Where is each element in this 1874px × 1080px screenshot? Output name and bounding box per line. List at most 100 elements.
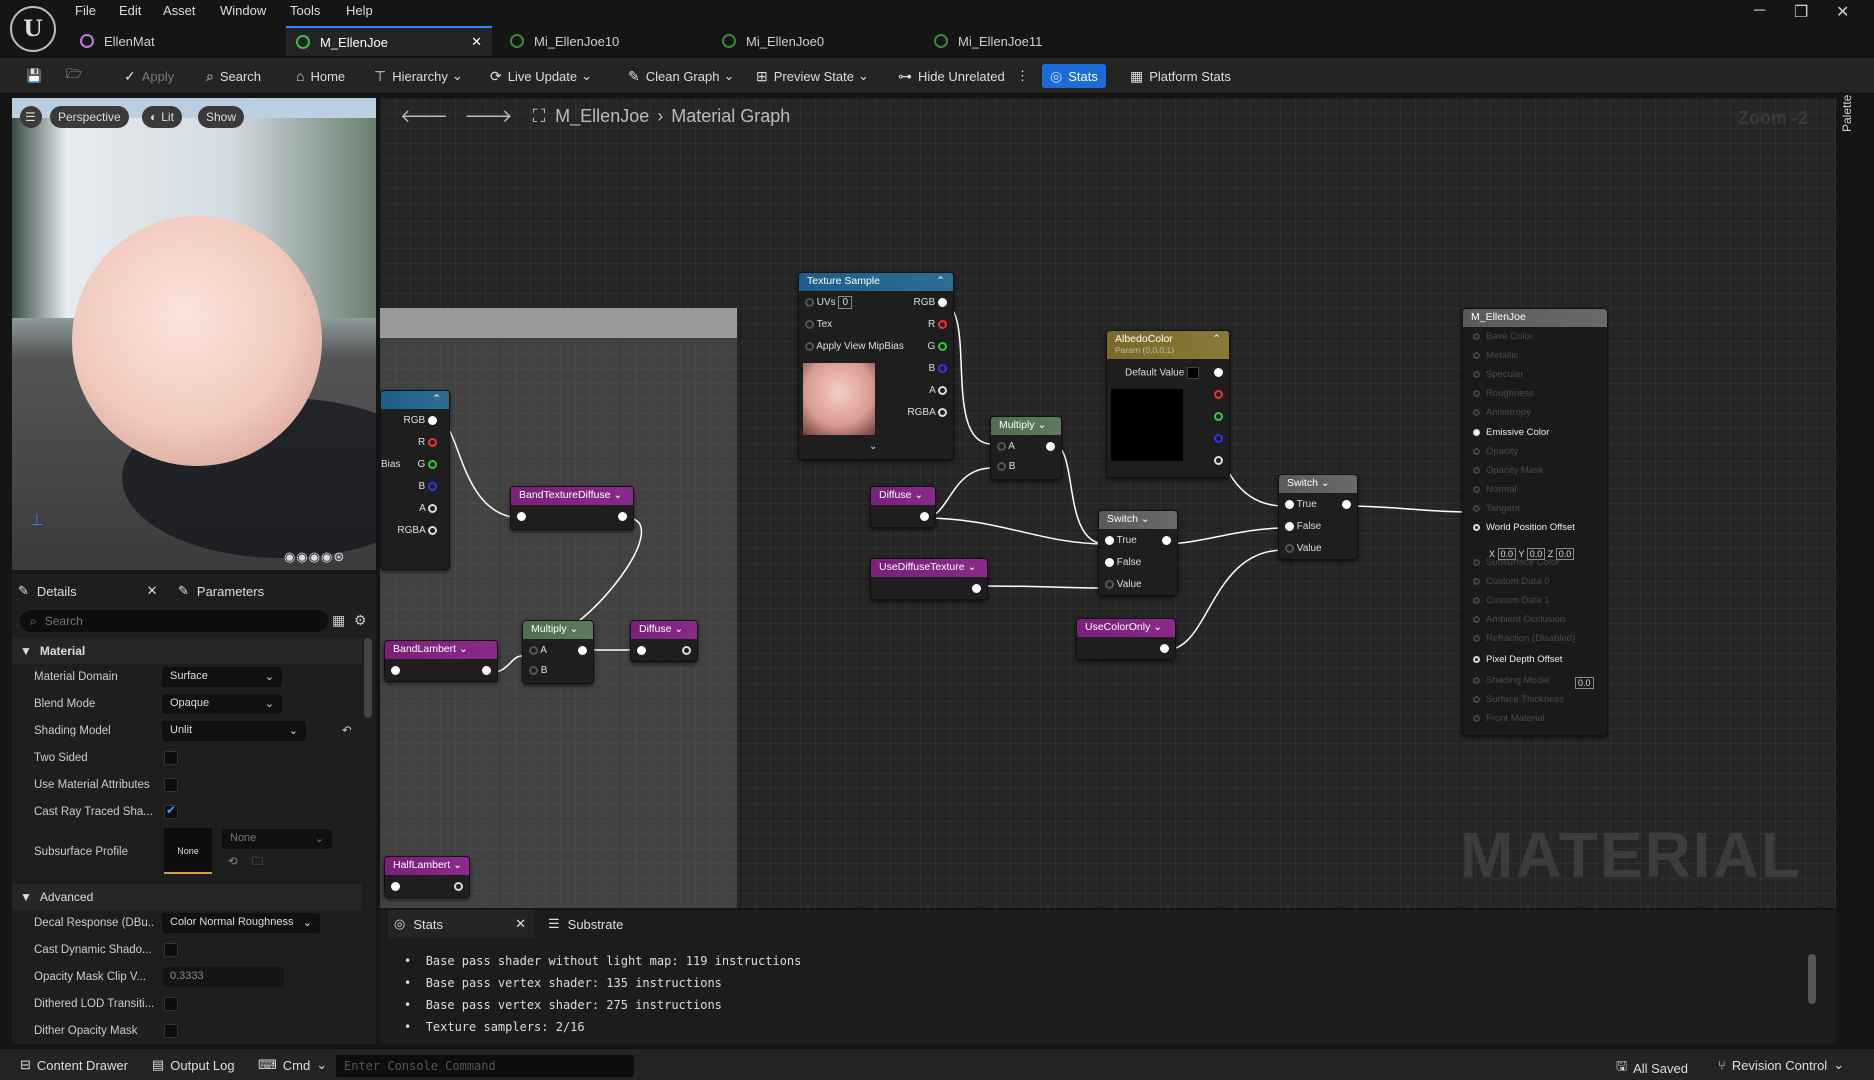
subsurface-thumbnail[interactable]: None <box>164 828 212 874</box>
clean-graph-button[interactable]: ✎ Clean Graph ⌄ <box>628 64 734 88</box>
color-swatch[interactable] <box>1187 367 1200 379</box>
result-pin[interactable]: Base Color <box>1473 331 1533 342</box>
platform-stats-button[interactable]: ▦ Platform Stats <box>1130 64 1231 88</box>
use-material-attributes-checkbox[interactable] <box>164 778 178 792</box>
tab-mi-ellenjoe10[interactable]: Mi_EllenJoe10 <box>500 26 706 56</box>
use-selected-icon[interactable]: ⟲ <box>228 854 238 868</box>
result-pin[interactable]: Ambient Occlusion <box>1473 614 1565 625</box>
show-button[interactable]: Show <box>198 106 245 128</box>
pin-value[interactable]: Value <box>1285 543 1322 554</box>
result-pin[interactable]: Opacity Mask <box>1473 465 1544 476</box>
switch-node-right[interactable]: Switch ⌄ True False Value <box>1278 474 1358 560</box>
console-command-input[interactable]: Enter Console Command <box>336 1055 634 1077</box>
result-pin[interactable]: Shading Model <box>1473 675 1549 686</box>
home-button[interactable]: ⌂ Home <box>296 64 345 88</box>
result-pin[interactable]: Pixel Depth Offset <box>1473 654 1562 665</box>
pin-in[interactable] <box>391 881 400 892</box>
material-result-node[interactable]: M_EllenJoe Base Color Metallic Specular Rou… <box>1462 308 1608 736</box>
pin-out[interactable] <box>482 665 491 676</box>
pin-a[interactable] <box>1214 455 1223 466</box>
diffuse-node-left[interactable]: Diffuse ⌄ <box>630 620 698 662</box>
perspective-button[interactable]: Perspective <box>50 106 129 128</box>
pin-out[interactable] <box>454 881 463 892</box>
collapse-icon[interactable]: ⌃ <box>381 391 449 409</box>
restore-icon[interactable]: ❐ <box>1794 2 1808 22</box>
texture-sample-node-partial[interactable]: ⌃ RGB R Bias G B A RGBA <box>380 390 450 570</box>
albedo-color-node[interactable]: AlbedoColor ⌃ Param (0,0,0,1) Default Valu… <box>1106 330 1230 478</box>
pin-b[interactable]: B <box>929 363 947 374</box>
preview-viewport[interactable]: ☰ Perspective ◐ Lit Show ⊥ ◉◉◉◉⊛ <box>12 98 376 570</box>
result-pin[interactable]: Metallic <box>1473 350 1518 361</box>
pin-g[interactable] <box>1214 411 1223 422</box>
band-lambert-node[interactable]: BandLambert ⌄ <box>384 640 498 682</box>
pin-r[interactable]: R <box>418 437 437 448</box>
pin-rgb[interactable]: RGB <box>914 297 947 308</box>
close-icon[interactable]: ✕ <box>515 916 526 932</box>
pin-a[interactable]: A <box>529 645 547 656</box>
pin-false[interactable]: False <box>1285 521 1321 532</box>
result-pin[interactable]: World Position Offset <box>1473 522 1575 533</box>
pin-value[interactable]: Value <box>1105 579 1142 590</box>
pin-r[interactable]: R <box>928 319 947 330</box>
close-window-icon[interactable]: ✕ <box>1836 2 1849 22</box>
all-saved-button[interactable]: 🖫 All Saved <box>1616 1057 1688 1079</box>
tab-mi-ellenjoe0[interactable]: Mi_EllenJoe0 <box>712 26 918 56</box>
menu-window[interactable]: Window <box>220 3 266 18</box>
search-button[interactable]: ⌕ Search <box>206 64 261 88</box>
blend-mode-dropdown[interactable]: Opaque ⌄ <box>162 694 282 714</box>
pin-uvs[interactable]: UVs 0 <box>805 296 853 309</box>
pin-in[interactable] <box>637 645 646 656</box>
cmd-button[interactable]: ⌨ Cmd ⌄ <box>258 1057 327 1073</box>
result-pin[interactable]: Tangent <box>1473 503 1520 514</box>
half-lambert-node[interactable]: HalfLambert ⌄ <box>384 856 470 898</box>
result-pin[interactable]: Surface Thickness <box>1473 694 1564 705</box>
collapse-icon[interactable]: ⌃ <box>936 275 945 287</box>
table-view-icon[interactable]: ▦ <box>332 612 345 629</box>
expand-icon[interactable]: ⌄ <box>869 441 877 452</box>
pin-in[interactable] <box>517 511 526 522</box>
switch-node-middle[interactable]: Switch ⌄ True False Value <box>1098 510 1178 596</box>
pin-b[interactable]: B <box>997 461 1015 472</box>
pin-b[interactable]: B <box>529 665 547 676</box>
preview-shape-icons[interactable]: ◉◉◉◉⊛ <box>284 549 345 565</box>
pin-out[interactable] <box>1046 441 1055 452</box>
shading-model-dropdown[interactable]: Unlit ⌄ <box>162 721 306 741</box>
details-scrollbar[interactable] <box>364 638 372 718</box>
settings-gear-icon[interactable]: ⚙ <box>354 612 367 629</box>
close-icon[interactable]: ✕ <box>147 583 158 599</box>
more-options-icon[interactable]: ⋮ <box>1016 64 1029 88</box>
result-pin[interactable]: Front Material <box>1473 713 1545 724</box>
wpo-inputs[interactable]: X 0.0 Y 0.0 Z 0.0 <box>1489 548 1575 560</box>
result-pin[interactable]: Opacity <box>1473 446 1518 457</box>
pin-out[interactable] <box>1214 367 1223 378</box>
pin-true[interactable]: True <box>1285 499 1317 510</box>
result-pin[interactable]: Anisotropy <box>1473 407 1531 418</box>
pin-a[interactable]: A <box>419 503 437 514</box>
pin-out[interactable] <box>618 511 627 522</box>
pin-a[interactable]: A <box>929 385 947 396</box>
pin-b[interactable] <box>1214 433 1223 444</box>
pin-out[interactable] <box>1162 535 1171 546</box>
minimize-icon[interactable]: ─ <box>1754 2 1765 20</box>
menu-file[interactable]: File <box>75 3 96 18</box>
pin-true[interactable]: True <box>1105 535 1137 546</box>
pin-mip[interactable]: Apply View MipBias <box>805 341 904 352</box>
cast-ray-traced-shadows-checkbox[interactable] <box>164 803 178 819</box>
opacity-mask-clip-input[interactable]: 0.3333 <box>162 967 284 987</box>
pin-rgb[interactable]: RGB <box>404 415 437 426</box>
pin-out[interactable] <box>920 511 929 522</box>
result-pin[interactable]: Roughness <box>1473 388 1534 399</box>
collapse-icon[interactable]: ⌃ <box>1212 333 1221 345</box>
result-pin[interactable]: Custom Data 1 <box>1473 595 1549 606</box>
pin-out[interactable] <box>578 645 587 656</box>
menu-tools[interactable]: Tools <box>290 3 320 18</box>
output-log-button[interactable]: ▤ Output Log <box>152 1057 235 1073</box>
pin-out[interactable] <box>972 583 981 594</box>
stats-tab[interactable]: ◎ Stats ✕ <box>388 910 534 938</box>
content-drawer-button[interactable]: ⊟ Content Drawer <box>20 1057 128 1073</box>
section-material[interactable]: ▼ Material <box>12 638 362 664</box>
texture-sample-node[interactable]: Texture Sample ⌃ UVs 0 Tex Apply View Mip… <box>798 272 954 460</box>
material-domain-dropdown[interactable]: Surface ⌄ <box>162 667 282 687</box>
tab-m-ellenjoe[interactable]: M_EllenJoe ✕ <box>286 26 492 56</box>
multiply-node[interactable]: Multiply ⌄ A B <box>990 416 1062 480</box>
